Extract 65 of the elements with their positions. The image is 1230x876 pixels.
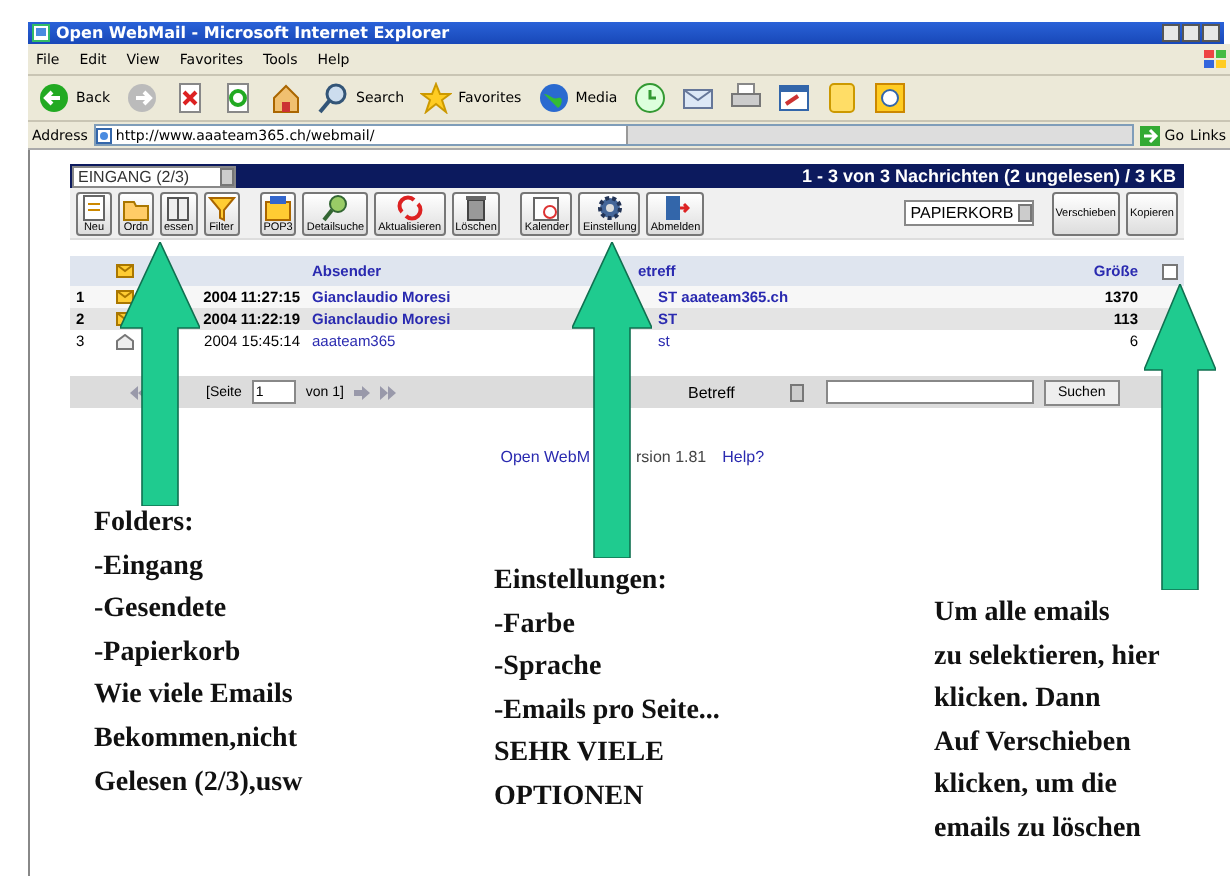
search-icon	[318, 82, 350, 114]
next-page-icon	[353, 385, 370, 399]
arrow-icon	[1140, 125, 1161, 145]
edit-button[interactable]	[775, 80, 812, 116]
envelope-icon	[116, 264, 134, 278]
annotation-text: SEHR VIELE	[494, 736, 666, 773]
messenger-icon	[873, 82, 906, 114]
back-icon	[38, 82, 70, 114]
window-title: Open WebMail - Microsoft Internet Explorer	[56, 24, 452, 42]
home-button[interactable]	[268, 80, 304, 116]
globe-icon	[537, 82, 570, 114]
folder-select[interactable]: PAPIERKORB	[904, 200, 1034, 226]
note-icon	[825, 82, 858, 114]
annotation-text: -Gesendete	[94, 592, 229, 629]
calendar-icon	[532, 193, 561, 221]
annotation-text: emails zu löschen	[934, 811, 1143, 848]
annotation-text: Auf Verschieben	[934, 725, 1133, 762]
folder-select[interactable]: EINGANG (2/3)	[72, 165, 236, 187]
annotation-text: klicken, um die	[934, 768, 1119, 805]
maximize-button[interactable]	[1182, 24, 1200, 42]
annotation-text: Folders:	[94, 506, 196, 542]
annotation-text: -Emails pro Seite...	[494, 693, 722, 730]
annotation-text: zu selektieren, hier	[934, 639, 1160, 676]
stop-icon	[174, 82, 206, 114]
mailbox-icon	[264, 193, 293, 221]
window-edit-icon	[777, 82, 810, 114]
help-link[interactable]: Help?	[722, 448, 765, 466]
annotation-text: Einstellungen:	[494, 564, 669, 600]
close-button[interactable]	[1202, 24, 1220, 42]
annotation-text: Um alle emails	[934, 596, 1112, 632]
settings-icon	[595, 193, 624, 221]
history-button[interactable]	[631, 80, 668, 116]
clock-icon	[633, 82, 666, 114]
last-page-icon	[379, 385, 396, 399]
forward-icon	[126, 82, 158, 114]
house-icon	[270, 82, 302, 114]
message-summary: 1 - 3 von 3 Nachrichten (2 ungelesen) / 3 KB	[801, 166, 1176, 186]
annotation-text: -Papierkorb	[94, 635, 243, 672]
refresh-icon	[222, 82, 254, 114]
annotation-text: klicken. Dann	[934, 682, 1103, 719]
window-icon	[32, 24, 50, 42]
page-icon	[95, 127, 112, 143]
logout-icon	[661, 193, 690, 221]
page-icon	[80, 193, 108, 221]
minimize-button[interactable]	[1162, 24, 1180, 42]
search-icon	[321, 193, 350, 221]
search-field-select[interactable]: Betreff	[683, 381, 804, 403]
book-icon	[164, 193, 193, 221]
product-link[interactable]: Open WebM	[500, 448, 590, 466]
search-field[interactable]	[825, 380, 1034, 404]
annotation-text: -Sprache	[494, 650, 604, 687]
refresh-icon	[395, 193, 424, 221]
select-all-checkbox[interactable]	[1162, 263, 1178, 279]
annotation-text: -Eingang	[94, 549, 205, 586]
version-text: rsion 1.81	[636, 448, 707, 466]
star-icon	[420, 82, 453, 114]
trash-icon	[462, 193, 491, 221]
annotation-text: Wie viele Emails	[94, 678, 295, 715]
funnel-icon	[207, 193, 236, 221]
windows-logo-icon	[1202, 47, 1230, 71]
annotation-text: Gelesen (2/3),usw	[94, 765, 305, 802]
messenger-button[interactable]	[871, 80, 908, 116]
annotation-text: Bekommen,nicht	[94, 721, 299, 758]
annotation-text: -Farbe	[494, 607, 577, 644]
annotation-text: OPTIONEN	[494, 779, 646, 816]
